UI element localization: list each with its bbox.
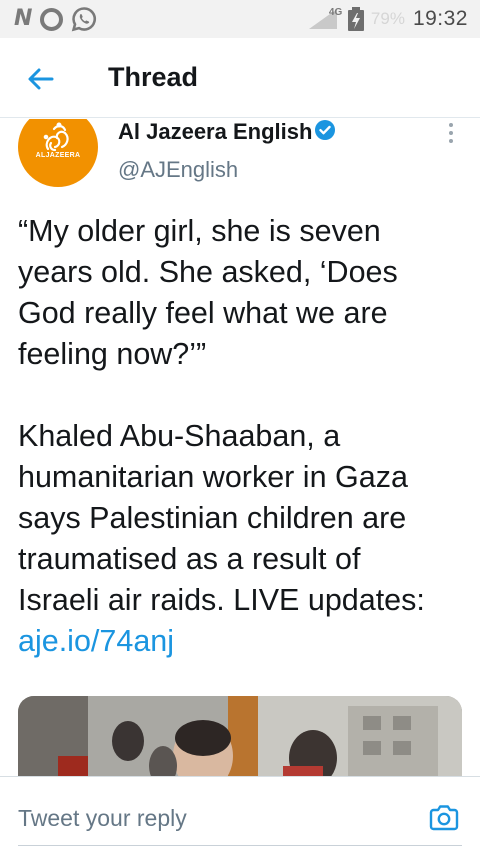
more-dot: [449, 139, 453, 143]
photo-image: [18, 696, 462, 776]
arrow-left-icon: [28, 68, 54, 90]
status-bar: N 4G 79% 19:32: [0, 0, 480, 38]
reply-input[interactable]: Tweet your reply: [18, 805, 187, 832]
opera-icon: [40, 7, 64, 31]
more-dot: [449, 123, 453, 127]
tweet-text-line: years old. She asked, ‘Does: [18, 255, 398, 289]
camera-button[interactable]: [427, 801, 461, 835]
tweet-text-line: humanitarian worker in Gaza: [18, 460, 408, 494]
clock: 19:32: [412, 7, 468, 30]
tweet-media-photo[interactable]: [18, 696, 462, 776]
more-options-button[interactable]: [442, 119, 460, 149]
verified-badge-icon: [314, 119, 336, 141]
battery-percent: 79%: [370, 9, 405, 28]
tweet-text-line: Khaled Abu-Shaaban, a: [18, 419, 341, 453]
author-handle[interactable]: @AJEnglish: [118, 157, 238, 183]
tweet-text-line: feeling now?’”: [18, 337, 207, 371]
tweet-text-line: Israeli air raids. LIVE updates:: [18, 583, 425, 617]
more-dot: [449, 131, 453, 135]
tweet-text-line: says Palestinian children are: [18, 501, 407, 535]
reply-bar: Tweet your reply: [0, 776, 480, 854]
tweet-link[interactable]: aje.io/74anj: [18, 624, 174, 658]
author-name[interactable]: Al Jazeera English: [118, 119, 312, 145]
whatsapp-icon: [71, 6, 97, 32]
thread-screen: N 4G 79% 19:32 Thread ALJAZEERA Al Jazee…: [0, 0, 480, 854]
tweet-text-line: “My older girl, she is seven: [18, 214, 381, 248]
reply-input-underline: [18, 845, 462, 846]
back-button[interactable]: [24, 62, 58, 96]
tweet-text-line: God really feel what we are: [18, 296, 388, 330]
status-bar-notifications: N: [14, 6, 97, 32]
camera-icon: [429, 805, 459, 831]
avatar[interactable]: ALJAZEERA: [18, 119, 98, 187]
app-header: Thread: [0, 38, 480, 118]
signal-icon: 4G: [307, 7, 343, 31]
battery-icon: [347, 7, 365, 31]
avatar-wordmark: ALJAZEERA: [35, 152, 81, 159]
tweet-text-line: traumatised as a result of: [18, 542, 361, 576]
tweet-text: “My older girl, she is seven years old. …: [18, 211, 468, 662]
network-type: 4G: [328, 7, 343, 18]
tweet: ALJAZEERA Al Jazeera English @AJEnglish …: [0, 119, 480, 776]
page-title: Thread: [108, 62, 199, 92]
status-bar-system: 4G 79% 19:32: [307, 6, 468, 32]
n-icon: N: [14, 6, 33, 31]
